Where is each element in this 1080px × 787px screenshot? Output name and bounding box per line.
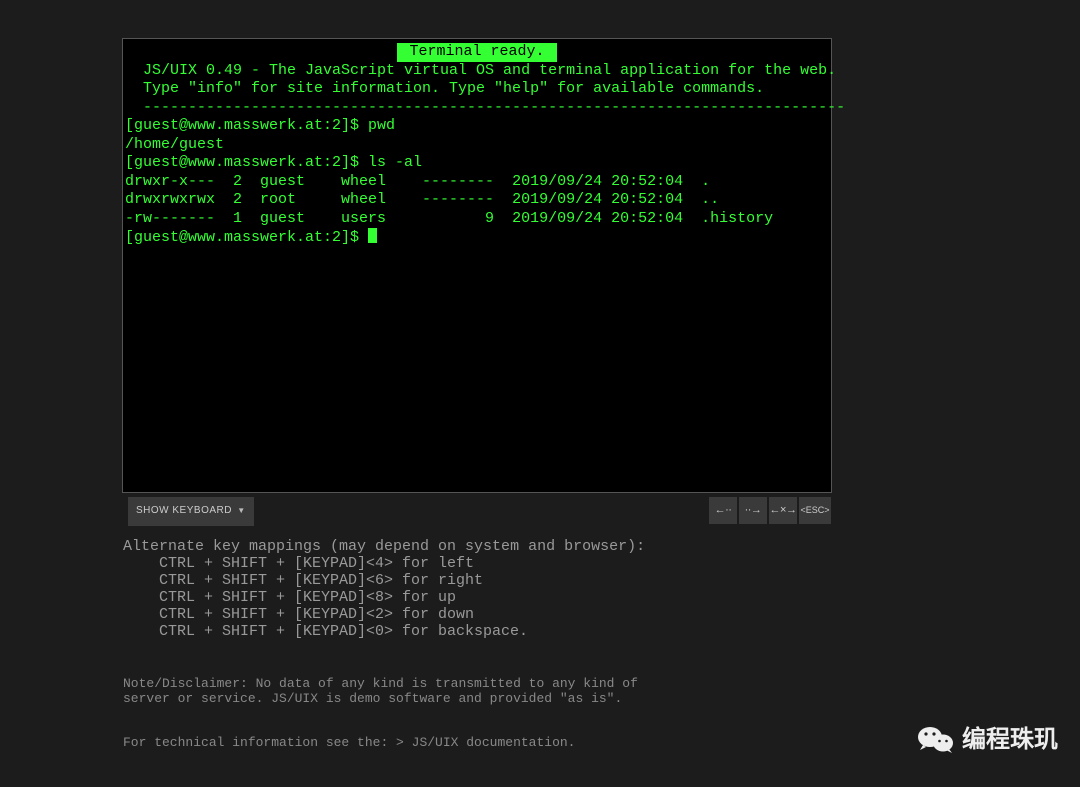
key-mapping-down: CTRL + SHIFT + [KEYPAD]<2> for down bbox=[123, 606, 843, 623]
prompt: [guest@www.masswerk.at:2]$ bbox=[125, 229, 368, 246]
key-mappings-heading: Alternate key mappings (may depend on sy… bbox=[123, 538, 843, 555]
escape-button[interactable]: <ESC> bbox=[799, 497, 831, 524]
terminal-intro-1: JS/UIX 0.49 - The JavaScript virtual OS … bbox=[125, 62, 829, 81]
terminal-prompt-line-1: [guest@www.masswerk.at:2]$ pwd bbox=[125, 117, 829, 136]
cursor-icon bbox=[368, 228, 377, 243]
terminal-prompt-active[interactable]: [guest@www.masswerk.at:2]$ bbox=[125, 228, 829, 248]
swap-button[interactable]: ←×→ bbox=[769, 497, 797, 524]
terminal-toolbar: SHOW KEYBOARD ▼ ←·· ··→ ←×→ <ESC> bbox=[128, 497, 831, 524]
prompt: [guest@www.masswerk.at:2]$ bbox=[125, 117, 368, 134]
terminal-title: Terminal ready. bbox=[397, 43, 556, 62]
ls-output-row-1: drwxr-x--- 2 guest wheel -------- 2019/0… bbox=[125, 173, 829, 192]
chevron-down-icon: ▼ bbox=[237, 506, 245, 515]
disclaimer-line-2: server or service. JS/UIX is demo softwa… bbox=[123, 691, 843, 706]
terminal-prompt-line-2: [guest@www.masswerk.at:2]$ ls -al bbox=[125, 154, 829, 173]
watermark-text: 编程珠玑 bbox=[962, 731, 1058, 750]
terminal-divider: ----------------------------------------… bbox=[125, 99, 829, 118]
key-mapping-bksp: CTRL + SHIFT + [KEYPAD]<0> for backspace… bbox=[123, 623, 843, 640]
terminal-output-pwd: /home/guest bbox=[125, 136, 829, 155]
documentation-link[interactable]: For technical information see the: > JS/… bbox=[123, 734, 843, 751]
watermark: 编程珠玑 bbox=[918, 725, 1058, 755]
ls-output-row-2: drwxrwxrwx 2 root wheel -------- 2019/09… bbox=[125, 191, 829, 210]
history-back-button[interactable]: ←·· bbox=[709, 497, 737, 524]
wechat-icon bbox=[918, 725, 954, 755]
show-keyboard-label: SHOW KEYBOARD bbox=[136, 505, 232, 516]
info-text-block: Alternate key mappings (may depend on sy… bbox=[123, 538, 843, 751]
command-ls: ls -al bbox=[368, 154, 422, 171]
history-forward-button[interactable]: ··→ bbox=[739, 497, 767, 524]
ls-output-row-3: -rw------- 1 guest users 9 2019/09/24 20… bbox=[125, 210, 829, 229]
command-pwd: pwd bbox=[368, 117, 395, 134]
key-mapping-right: CTRL + SHIFT + [KEYPAD]<6> for right bbox=[123, 572, 843, 589]
key-mapping-up: CTRL + SHIFT + [KEYPAD]<8> for up bbox=[123, 589, 843, 606]
show-keyboard-button[interactable]: SHOW KEYBOARD ▼ bbox=[128, 497, 254, 526]
terminal-window[interactable]: Terminal ready. JS/UIX 0.49 - The JavaSc… bbox=[122, 38, 832, 493]
terminal-intro-2: Type "info" for site information. Type "… bbox=[125, 80, 829, 99]
prompt: [guest@www.masswerk.at:2]$ bbox=[125, 154, 368, 171]
disclaimer-line-1: Note/Disclaimer: No data of any kind is … bbox=[123, 676, 843, 691]
key-mapping-left: CTRL + SHIFT + [KEYPAD]<4> for left bbox=[123, 555, 843, 572]
